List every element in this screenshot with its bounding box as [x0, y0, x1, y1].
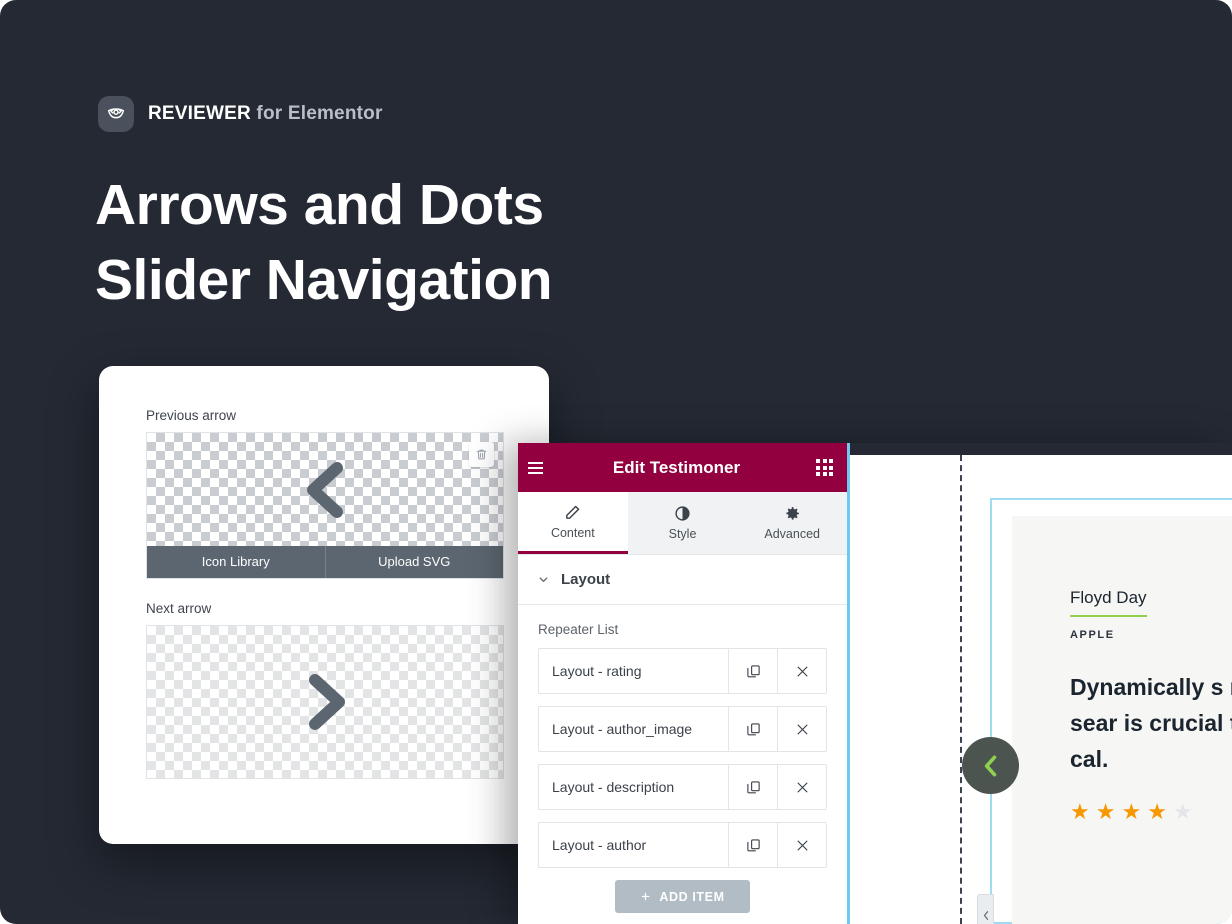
pencil-icon — [566, 505, 580, 519]
section-divider — [960, 455, 962, 924]
trash-icon — [476, 449, 487, 460]
brand-name-suffix: for Elementor — [250, 103, 383, 124]
brand-name: REVIEWER for Elementor — [148, 103, 383, 125]
add-item-label: ADD ITEM — [659, 889, 725, 904]
plus-icon — [642, 892, 650, 901]
settings-card: Previous arrow Icon Library Upload SVG N… — [99, 366, 549, 844]
close-icon — [797, 666, 807, 676]
table-row[interactable]: Layout - description — [538, 764, 827, 810]
copy-icon — [746, 722, 760, 735]
chevron-left-icon — [307, 461, 343, 518]
table-row[interactable]: Layout - rating — [538, 648, 827, 694]
repeater-list-label: Repeater List — [538, 622, 619, 637]
page-root: REVIEWER for Elementor Arrows and Dots S… — [0, 0, 1232, 924]
remove-button[interactable] — [777, 823, 826, 867]
duplicate-button[interactable] — [728, 649, 777, 693]
copy-icon — [746, 780, 760, 793]
tab-content[interactable]: Content — [518, 492, 628, 554]
page-title: Arrows and Dots Slider Navigation — [95, 168, 553, 318]
close-icon — [797, 782, 807, 792]
star-icon: ★ — [1121, 799, 1142, 824]
previous-arrow-picker[interactable]: Icon Library Upload SVG — [146, 432, 504, 579]
tab-style[interactable]: Style — [627, 492, 738, 554]
star-icon: ★ — [1095, 799, 1116, 824]
editor-preview-canvas: Floyd Day APPLE Dynamically s rvatively … — [853, 455, 1232, 924]
table-row[interactable]: Layout - author_image — [538, 706, 827, 752]
star-icon: ★ — [1147, 799, 1167, 824]
close-icon — [797, 840, 807, 850]
remove-button[interactable] — [777, 649, 826, 693]
panel-header: Edit Testimoner — [518, 443, 847, 492]
tab-content-label: Content — [550, 525, 595, 540]
table-row[interactable]: Layout - author — [538, 822, 827, 868]
copy-icon — [746, 664, 760, 677]
tab-advanced-label: Advanced — [764, 527, 820, 541]
next-arrow-picker[interactable] — [146, 625, 504, 779]
remove-button[interactable] — [777, 707, 826, 751]
repeater-item-label: Layout - author — [552, 837, 647, 853]
author-name-wrap: Floyd Day — [1070, 588, 1232, 617]
author-role: APPLE — [1070, 629, 1115, 641]
next-arrow-label: Next arrow — [146, 601, 212, 616]
remove-button[interactable] — [777, 765, 826, 809]
next-arrow-preview — [147, 626, 503, 778]
close-icon — [797, 724, 807, 734]
headline-line-2: Slider Navigation — [95, 248, 553, 312]
author-name: Floyd Day — [1070, 588, 1147, 617]
section-layout-title: Layout — [561, 571, 611, 588]
panel-collapse-handle[interactable] — [977, 894, 994, 924]
elementor-editor: Edit Testimoner Content Style Advanced L… — [518, 443, 1232, 924]
panel-title: Edit Testimoner — [612, 457, 741, 477]
previous-arrow-actions: Icon Library Upload SVG — [147, 546, 503, 578]
hero-banner: REVIEWER for Elementor Arrows and Dots S… — [0, 0, 1232, 924]
tab-advanced[interactable]: Advanced — [737, 492, 848, 554]
star-icon: ★ — [1172, 799, 1193, 824]
elementor-panel: Edit Testimoner Content Style Advanced L… — [518, 443, 850, 924]
chevron-left-icon — [983, 911, 988, 920]
testimonial-card: Floyd Day APPLE Dynamically s rvatively … — [1012, 516, 1232, 924]
brand-name-bold: REVIEWER — [148, 103, 251, 124]
tab-style-label: Style — [668, 527, 697, 541]
contrast-icon — [675, 506, 690, 521]
duplicate-button[interactable] — [728, 823, 777, 867]
grid-icon[interactable] — [816, 459, 833, 476]
repeater-item-label: Layout - author_image — [552, 721, 693, 737]
panel-body: Repeater List Layout - rating Layout - a… — [518, 605, 847, 913]
rating-stars: ★ ★ ★ ★ ★ — [1070, 801, 1232, 823]
brand-lockup: REVIEWER for Elementor — [98, 96, 383, 132]
reviewer-logo-icon — [98, 96, 134, 132]
widget-outline: Floyd Day APPLE Dynamically s rvatively … — [962, 498, 1232, 924]
previous-arrow-preview — [147, 433, 503, 546]
add-item-button[interactable]: ADD ITEM — [615, 880, 750, 913]
gear-icon — [786, 507, 799, 520]
chevron-down-icon — [539, 577, 548, 583]
headline-line-1: Arrows and Dots — [95, 173, 544, 237]
chevron-right-icon — [309, 674, 345, 730]
copy-icon — [746, 838, 760, 851]
slider-prev-button[interactable] — [962, 737, 1019, 794]
star-icon: ★ — [1070, 799, 1090, 824]
panel-tabs: Content Style Advanced — [518, 492, 848, 555]
previous-arrow-label: Previous arrow — [146, 408, 237, 423]
duplicate-button[interactable] — [728, 707, 777, 751]
repeater-item-label: Layout - rating — [552, 663, 642, 679]
previous-arrow-delete-button[interactable] — [469, 442, 494, 467]
upload-svg-button[interactable]: Upload SVG — [324, 546, 504, 578]
testimonial-quote: Dynamically s rvatively sear is crucial … — [1070, 674, 1232, 772]
repeater-item-label: Layout - description — [552, 779, 675, 795]
section-layout-header[interactable]: Layout — [518, 555, 847, 605]
duplicate-button[interactable] — [728, 765, 777, 809]
chevron-left-icon — [984, 755, 996, 776]
icon-library-button[interactable]: Icon Library — [147, 546, 325, 578]
